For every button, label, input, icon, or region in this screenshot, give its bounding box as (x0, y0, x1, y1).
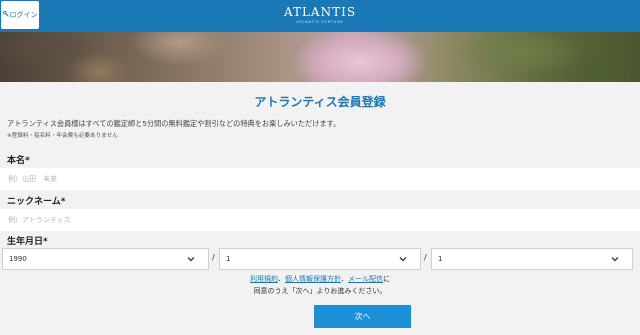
site-logo[interactable]: ATLANTIS (0, 6, 640, 18)
birth-year-value: 1990 (9, 255, 27, 263)
required-mark: * (43, 237, 48, 247)
birth-year-select[interactable]: 1990 (2, 248, 209, 270)
hero-banner-image (0, 32, 640, 82)
required-mark: * (60, 197, 66, 207)
birth-month-value: 1 (226, 255, 231, 263)
privacy-policy-link[interactable]: 個人情報保護方針 (285, 275, 341, 283)
name-label: 本名* (7, 153, 30, 166)
name-label-text: 本名 (7, 156, 26, 166)
registration-page: ログイン ATLANTIS ATLANTIS FORTUNE アトランティス会員… (0, 0, 640, 335)
consent-separator: 、 (341, 275, 348, 283)
next-button[interactable]: 次へ (314, 305, 411, 328)
fee-note: ※登録料・指名料・年会費も必要ありません (7, 133, 118, 139)
consent-links: 利用規約、個人情報保護方針、メール配信に (0, 274, 640, 284)
birthdate-label: 生年月日* (7, 234, 48, 247)
header-bar: ログイン ATLANTIS ATLANTIS FORTUNE (0, 0, 640, 32)
nickname-label-text: ニックネーム (7, 197, 61, 207)
chevron-down-icon (186, 254, 196, 264)
consent-separator: 、 (278, 275, 285, 283)
terms-link[interactable]: 利用規約 (250, 275, 278, 283)
name-input[interactable] (0, 168, 640, 190)
site-logo-subtext: ATLANTIS FORTUNE (296, 20, 344, 24)
nickname-label: ニックネーム* (7, 194, 65, 207)
date-separator: / (424, 253, 427, 262)
mail-delivery-link[interactable]: メール配信 (348, 275, 383, 283)
chevron-down-icon (398, 254, 408, 264)
birthdate-label-text: 生年月日 (7, 237, 44, 247)
required-mark: * (25, 156, 30, 166)
date-separator: / (212, 253, 215, 262)
consent-tail: に (383, 275, 390, 283)
birth-day-select[interactable]: 1 (431, 248, 633, 270)
birth-month-select[interactable]: 1 (219, 248, 421, 270)
intro-text: アトランティス会員様はすべての鑑定師と5分間の無料鑑定や割引などの特典をお楽しみ… (7, 119, 341, 128)
birth-day-value: 1 (438, 255, 443, 263)
nickname-input[interactable] (0, 209, 640, 231)
chevron-down-icon (610, 254, 620, 264)
consent-text: 同意のうえ「次へ」よりお進みください。 (253, 287, 387, 295)
page-title: アトランティス会員登録 (254, 95, 386, 109)
